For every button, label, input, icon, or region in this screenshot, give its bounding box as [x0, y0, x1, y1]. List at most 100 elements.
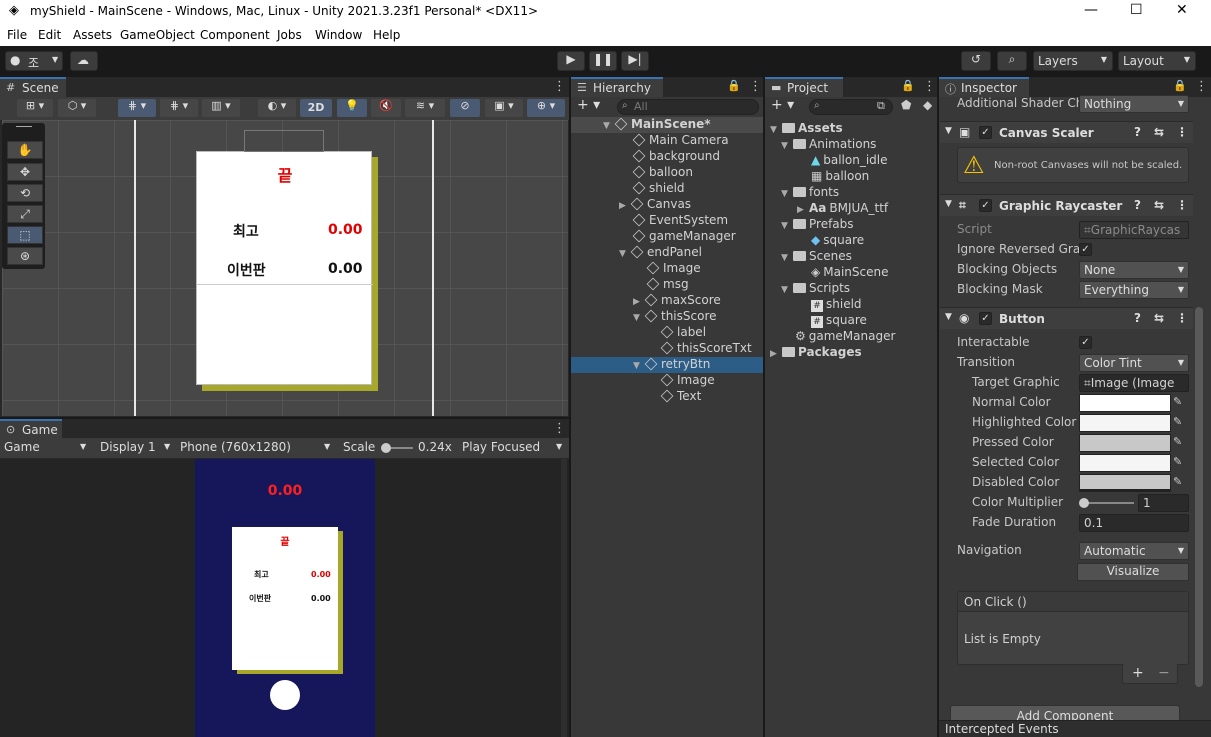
game-viewport[interactable]: 0.00 끝 최고 0.00 이번판 0.00: [0, 459, 569, 737]
collapse-arrow-icon[interactable]: ▼: [945, 126, 952, 136]
list-item[interactable]: background: [571, 149, 763, 165]
cloud-button[interactable]: ☁: [70, 51, 98, 71]
list-item[interactable]: ▦ balloon: [811, 169, 869, 185]
menu-file[interactable]: File: [7, 28, 27, 42]
canvas-scaler-enabled-checkbox[interactable]: ✓: [979, 126, 992, 139]
visualize-button[interactable]: Visualize: [1077, 563, 1189, 581]
pivot-button[interactable]: ⬡ ▾: [58, 99, 96, 117]
shading-mode-button[interactable]: ◐ ▾: [258, 99, 296, 117]
2d-toggle[interactable]: 2D: [300, 99, 332, 117]
lock-icon[interactable]: 🔒: [727, 79, 741, 92]
expand-arrow-icon[interactable]: ▼: [781, 253, 793, 263]
expand-arrow-icon[interactable]: ▼: [633, 361, 645, 371]
list-item[interactable]: ▶ Aa BMJUA_ttf: [797, 201, 888, 217]
list-item[interactable]: Text: [571, 389, 763, 405]
list-item[interactable]: ▲ ballon_idle: [811, 153, 888, 169]
play-mode-dropdown[interactable]: Play Focused ▼: [462, 440, 566, 454]
pressed-color-swatch[interactable]: [1079, 434, 1171, 452]
eyedropper-icon[interactable]: ✎: [1173, 455, 1182, 468]
graphic-raycaster-header[interactable]: ▼ ⌗ ✓ Graphic Raycaster ? ⇆ ⋮: [940, 194, 1193, 216]
rotate-tool-button[interactable]: ⟲: [7, 184, 43, 202]
intercepted-events-bar[interactable]: Intercepted Events: [939, 720, 1211, 737]
list-item[interactable]: # square: [811, 313, 867, 329]
more-options-icon[interactable]: ⋮: [1176, 311, 1188, 325]
selected-color-swatch[interactable]: [1079, 454, 1171, 472]
remove-event-button[interactable]: −: [1158, 665, 1170, 681]
hand-tool-button[interactable]: ✋: [7, 141, 43, 159]
lock-icon[interactable]: 🔒: [1173, 79, 1187, 92]
game-view-dropdown[interactable]: Game ▼: [4, 440, 90, 454]
expand-arrow-icon[interactable]: ▼: [781, 285, 793, 295]
settings-sliders-icon[interactable]: ⇆: [1154, 198, 1164, 212]
fade-duration-input[interactable]: 0.1: [1079, 514, 1189, 532]
settings-sliders-icon[interactable]: ⇆: [1154, 311, 1164, 325]
color-multiplier-slider[interactable]: [1079, 498, 1134, 508]
search-button[interactable]: ⌕: [997, 51, 1027, 71]
settings-sliders-icon[interactable]: ⇆: [1154, 125, 1164, 139]
button-enabled-checkbox[interactable]: ✓: [979, 312, 992, 325]
hierarchy-search-input[interactable]: ⌕ All: [617, 99, 759, 115]
list-item[interactable]: ▼ Scenes: [781, 249, 852, 265]
collapsed-arrow-icon[interactable]: ▶: [797, 205, 809, 215]
list-item[interactable]: msg: [571, 277, 763, 293]
expand-arrow-icon[interactable]: ▼: [619, 249, 631, 259]
inspector-scrollbar[interactable]: [1195, 307, 1203, 687]
scale-tool-button[interactable]: ⤢: [7, 205, 43, 223]
list-item[interactable]: ▼ MainScene*: [571, 117, 763, 133]
add-object-button[interactable]: + ▾: [577, 97, 600, 113]
tab-hierarchy[interactable]: ☰ Hierarchy: [571, 77, 663, 97]
close-button[interactable]: ✕: [1176, 2, 1188, 18]
resolution-dropdown[interactable]: Phone (760x1280) ▼: [180, 440, 334, 454]
list-item[interactable]: ▶ Canvas: [571, 197, 763, 213]
help-icon[interactable]: ?: [1134, 311, 1141, 325]
menu-help[interactable]: Help: [373, 28, 400, 42]
scale-slider[interactable]: [381, 443, 413, 453]
canvas-scaler-header[interactable]: ▼ ▣ ✓ Canvas Scaler ? ⇆ ⋮: [940, 121, 1193, 143]
history-button[interactable]: ↺: [961, 51, 991, 71]
interactable-checkbox[interactable]: ✓: [1079, 336, 1092, 349]
move-tool-button[interactable]: ✥: [7, 163, 43, 181]
list-item[interactable]: ◈ MainScene: [811, 265, 888, 281]
account-dropdown[interactable]: ● 조 ▼: [5, 51, 63, 71]
collapsed-arrow-icon[interactable]: ▶: [770, 349, 782, 359]
raycaster-enabled-checkbox[interactable]: ✓: [979, 199, 992, 212]
menu-jobs[interactable]: Jobs: [277, 28, 302, 42]
disabled-color-swatch[interactable]: [1079, 474, 1171, 492]
effects-button[interactable]: ≋ ▾: [405, 99, 445, 117]
grid-snap-button[interactable]: ⋕ ▾: [118, 99, 156, 117]
grid-button[interactable]: ⋕ ▾: [160, 99, 198, 117]
tab-game[interactable]: ⊙ Game: [0, 419, 62, 439]
filter-type-icon[interactable]: ⧉: [877, 99, 885, 113]
list-item[interactable]: ▶ Packages: [770, 345, 862, 361]
display-dropdown[interactable]: Display 1 ▼: [100, 440, 174, 454]
list-item[interactable]: ▼ endPanel: [571, 245, 763, 261]
list-item[interactable]: gameManager: [571, 229, 763, 245]
help-icon[interactable]: ?: [1134, 198, 1141, 212]
list-item[interactable]: ◆ square: [811, 233, 864, 249]
expand-arrow-icon[interactable]: ▼: [603, 121, 615, 131]
favorite-icon[interactable]: ◆: [923, 98, 932, 112]
more-options-icon[interactable]: ⋮: [1176, 125, 1188, 139]
ignore-reversed-checkbox[interactable]: ✓: [1079, 243, 1092, 256]
scene-viewport[interactable]: 끝 최고 0.00 이번판 0.00: [2, 120, 568, 416]
layers-dropdown[interactable]: Layers ▼: [1033, 51, 1113, 71]
gizmos-button[interactable]: ⊕ ▾: [527, 99, 565, 117]
list-item[interactable]: ▶ maxScore: [571, 293, 763, 309]
list-item[interactable]: ▼ fonts: [781, 185, 839, 201]
ruler-button[interactable]: ▥ ▾: [202, 99, 240, 117]
list-item[interactable]: ▼ Assets: [770, 121, 843, 137]
eyedropper-icon[interactable]: ✎: [1173, 475, 1182, 488]
layout-dropdown[interactable]: Layout ▼: [1118, 51, 1196, 71]
menu-component[interactable]: Component: [200, 28, 270, 42]
lighting-toggle[interactable]: 💡: [337, 99, 367, 117]
additional-shader-dropdown[interactable]: Nothing: [1079, 95, 1189, 113]
scale-slider-thumb[interactable]: [381, 443, 391, 453]
more-options-icon[interactable]: ⋮: [553, 421, 566, 436]
transition-dropdown[interactable]: Color Tint: [1079, 354, 1189, 372]
lock-icon[interactable]: 🔒: [901, 79, 915, 92]
list-item[interactable]: Image: [571, 373, 763, 389]
list-item[interactable]: Main Camera: [571, 133, 763, 149]
more-options-icon[interactable]: ⋮: [1195, 79, 1208, 94]
rect-tool-button[interactable]: ⬚: [7, 226, 43, 244]
minimize-button[interactable]: —: [1084, 2, 1098, 18]
